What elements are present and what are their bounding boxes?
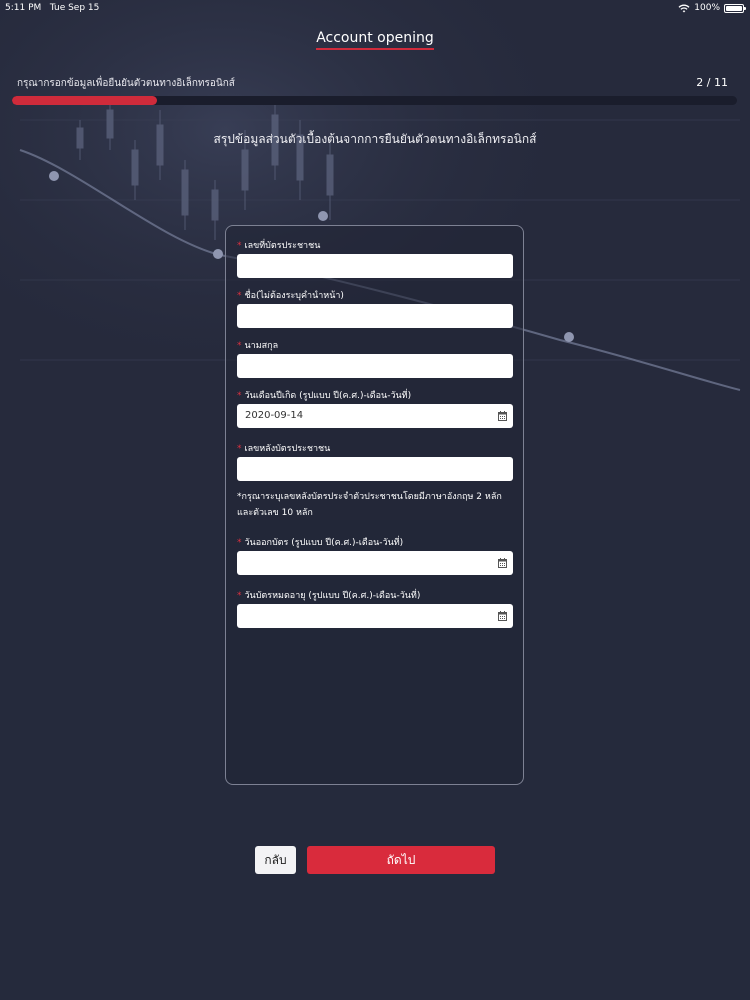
status-bar: 5:11 PM Tue Sep 15 100% — [0, 0, 750, 16]
step-label: กรุณากรอกข้อมูลเพื่อยืนยันตัวตนทางอิเล็ก… — [17, 78, 235, 89]
calendar-icon[interactable] — [498, 411, 507, 421]
wifi-icon — [678, 4, 690, 12]
status-date: Tue Sep 15 — [49, 3, 100, 13]
battery-icon — [724, 3, 746, 13]
birth-date-input[interactable]: 2020-09-14 — [237, 404, 513, 428]
next-button[interactable]: ถัดไป — [307, 846, 495, 874]
status-time: 5:11 PM — [5, 3, 42, 13]
field-label-birth-date: * วันเดือนปีเกิด (รูปแบบ ปี(ค.ศ.)-เดือน-ว… — [237, 391, 412, 401]
laser-code-input[interactable] — [237, 457, 513, 481]
first-name-input[interactable] — [237, 304, 513, 328]
back-button[interactable]: กลับ — [255, 846, 296, 874]
field-label-laser-code: * เลขหลังบัตรประชาชน — [237, 444, 331, 454]
field-label-last-name: * นามสกุล — [237, 341, 279, 351]
status-right: 100% — [678, 3, 746, 13]
status-time-date: 5:11 PM Tue Sep 15 — [5, 3, 99, 13]
battery-percent: 100% — [694, 3, 720, 13]
laser-code-note: *กรุณาระบุเลขหลังบัตรประจำตัวประชาชนโดยม… — [237, 492, 502, 518]
section-title: สรุปข้อมูลส่วนตัวเบื้องต้นจากการยืนยันตั… — [213, 132, 537, 146]
step-count: 2 / 11 — [696, 76, 728, 89]
field-label-first-name: * ชื่อ(ไม่ต้องระบุคำนำหน้า) — [237, 291, 344, 301]
page-title: Account opening — [0, 30, 750, 50]
last-name-input[interactable] — [237, 354, 513, 378]
progress-fill — [12, 96, 157, 105]
birth-date-value: 2020-09-14 — [245, 410, 304, 421]
field-label-issue-date: * วันออกบัตร (รูปแบบ ปี(ค.ศ.)-เดือน-วันที… — [237, 538, 404, 548]
issue-date-input[interactable] — [237, 551, 513, 575]
form-card: * เลขที่บัตรประชาชน * ชื่อ(ไม่ต้องระบุคำนำ… — [225, 225, 524, 785]
field-label-expiry-date: * วันบัตรหมดอายุ (รูปแบบ ปี(ค.ศ.)-เดือน-ว… — [237, 591, 421, 601]
id-number-input[interactable] — [237, 254, 513, 278]
calendar-icon[interactable] — [498, 611, 507, 621]
field-label-id-number: * เลขที่บัตรประชาชน — [237, 241, 321, 251]
progress-bar — [12, 96, 737, 105]
expiry-date-input[interactable] — [237, 604, 513, 628]
calendar-icon[interactable] — [498, 558, 507, 568]
